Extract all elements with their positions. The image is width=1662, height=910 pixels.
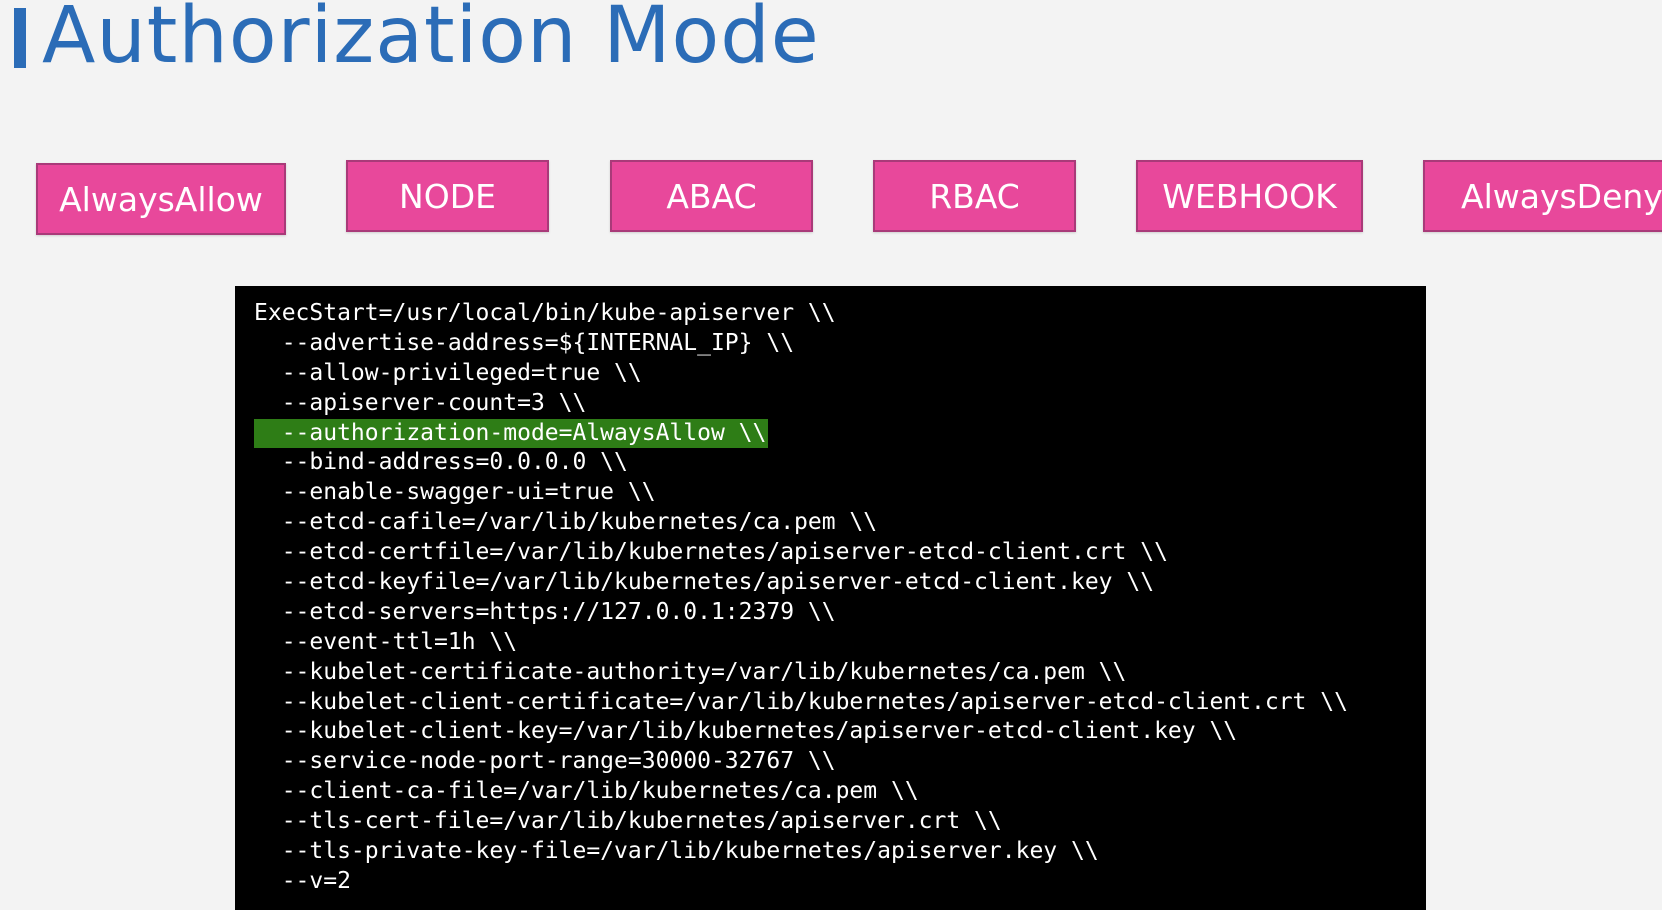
code-line: --etcd-certfile=/var/lib/kubernetes/apis… [254, 539, 1168, 566]
code-line: --service-node-port-range=30000-32767 \\ [254, 748, 836, 775]
code-line: --etcd-servers=https://127.0.0.1:2379 \\ [254, 598, 836, 625]
code-line: --enable-swagger-ui=true \\ [254, 479, 656, 506]
mode-always-deny: AlwaysDeny [1423, 160, 1662, 232]
terminal-code-block: ExecStart=/usr/local/bin/kube-apiserver … [235, 286, 1426, 910]
code-line: --apiserver-count=3 \\ [254, 389, 587, 416]
mode-always-allow: AlwaysAllow [36, 163, 286, 235]
mode-webhook: WEBHOOK [1136, 160, 1363, 232]
mode-abac: ABAC [610, 160, 813, 232]
code-line: --tls-cert-file=/var/lib/kubernetes/apis… [254, 808, 1002, 835]
code-line: --kubelet-client-certificate=/var/lib/ku… [254, 688, 1348, 715]
code-line-highlighted: --authorization-mode=AlwaysAllow \\ [254, 418, 1426, 449]
code-line: ExecStart=/usr/local/bin/kube-apiserver … [254, 300, 836, 326]
code-line: --advertise-address=${INTERNAL_IP} \\ [254, 329, 795, 356]
code-line: --etcd-cafile=/var/lib/kubernetes/ca.pem… [254, 509, 878, 536]
title-accent-bar [14, 8, 26, 68]
code-line: --event-ttl=1h \\ [254, 628, 518, 655]
code-line: --client-ca-file=/var/lib/kubernetes/ca.… [254, 778, 919, 805]
mode-rbac: RBAC [873, 160, 1076, 232]
mode-node: NODE [346, 160, 549, 232]
code-line: --v=2 [254, 867, 351, 894]
code-line: --bind-address=0.0.0.0 \\ [254, 449, 628, 476]
code-line: --kubelet-client-key=/var/lib/kubernetes… [254, 718, 1238, 745]
code-line: --etcd-keyfile=/var/lib/kubernetes/apise… [254, 569, 1155, 596]
code-line: --allow-privileged=true \\ [254, 359, 642, 386]
code-line: --tls-private-key-file=/var/lib/kubernet… [254, 838, 1099, 865]
page-title: Authorization Mode [42, 0, 820, 81]
code-line: --kubelet-certificate-authority=/var/lib… [254, 658, 1127, 685]
